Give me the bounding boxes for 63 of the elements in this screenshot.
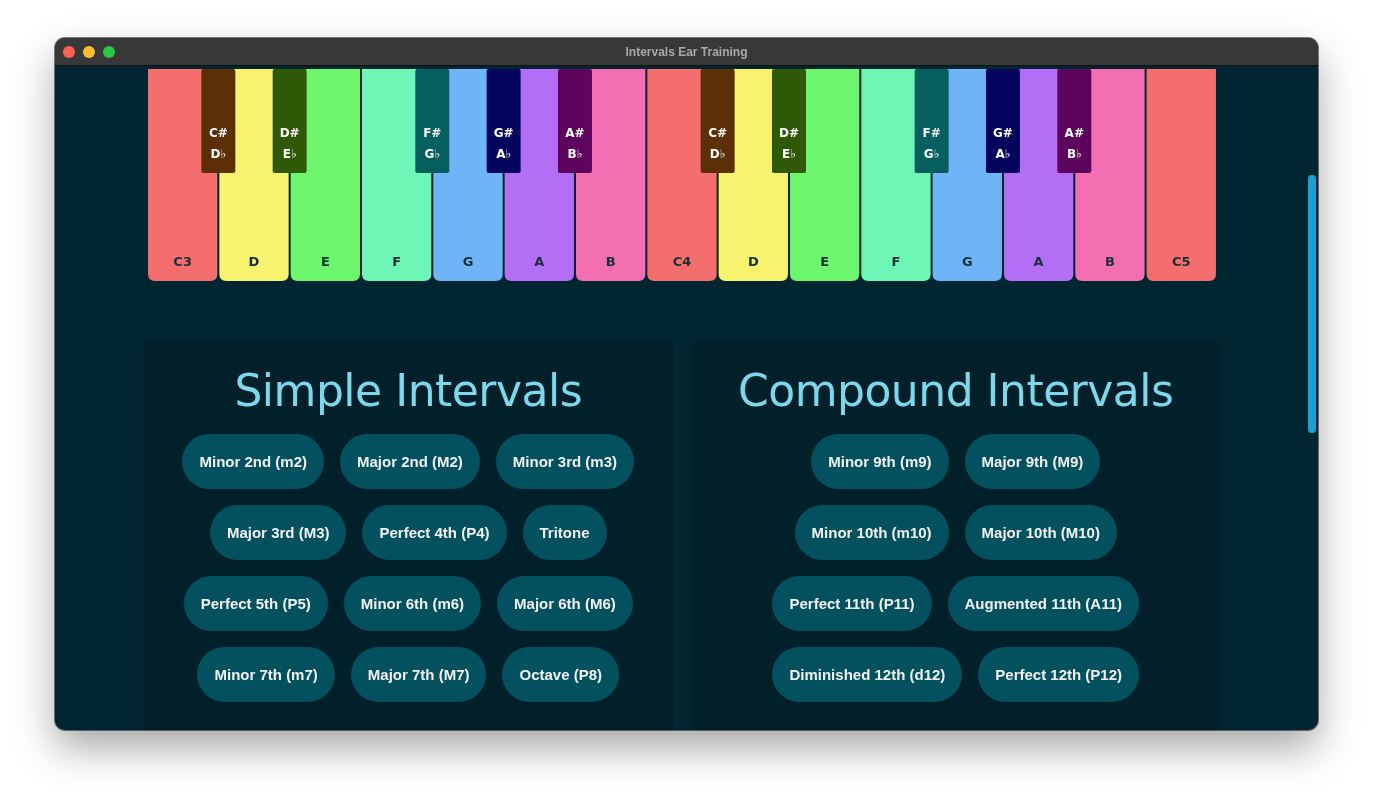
- flat-note-label: G♭: [923, 147, 940, 161]
- interval-button[interactable]: Diminished 12th (d12): [772, 647, 963, 702]
- flat-note-label: A♭: [496, 147, 512, 161]
- panel-heading: Compound Intervals: [738, 365, 1174, 416]
- interval-button[interactable]: Perfect 5th (P5): [183, 576, 328, 631]
- interval-button[interactable]: Octave (P8): [502, 647, 620, 702]
- note-label: G: [462, 254, 474, 269]
- interval-button[interactable]: Major 10th (M10): [964, 505, 1117, 560]
- note-label: D: [248, 254, 260, 269]
- piano-keyboard-drawing[interactable]: C3 D E F G A B C4 D E F G A B C5 C# D♭ D# E♭ F# G♭ G# A♭ A# B♭ C# D♭ D# E♭ F# G♭ G# A♭ A# B♭: [148, 69, 1216, 281]
- interval-button[interactable]: Major 2nd (M2): [340, 434, 480, 489]
- note-label: F: [891, 254, 901, 269]
- interval-button[interactable]: Major 6th (M6): [497, 576, 633, 631]
- note-label: B: [605, 254, 616, 269]
- interval-button[interactable]: Perfect 12th (P12): [978, 647, 1140, 702]
- note-label: C3: [173, 254, 192, 269]
- interval-button[interactable]: Major 9th (M9): [964, 434, 1101, 489]
- panel-heading: Simple Intervals: [234, 365, 583, 416]
- interval-button[interactable]: Minor 7th (m7): [197, 647, 335, 702]
- note-label: A: [534, 254, 545, 269]
- sharp-note-label: C#: [708, 126, 728, 140]
- sharp-note-label: A#: [1064, 126, 1084, 140]
- interval-button[interactable]: Minor 10th (m10): [794, 505, 949, 560]
- interval-button[interactable]: Tritone: [522, 505, 607, 560]
- flat-note-label: E♭: [282, 147, 297, 161]
- interval-button[interactable]: Minor 9th (m9): [811, 434, 949, 489]
- sharp-note-label: C#: [208, 126, 228, 140]
- sharp-note-label: A#: [565, 126, 585, 140]
- interval-button[interactable]: Augmented 11th (A11): [947, 576, 1140, 631]
- note-label: F: [392, 254, 402, 269]
- note-label: A: [1033, 254, 1044, 269]
- close-button[interactable]: [63, 45, 75, 58]
- sharp-note-label: F#: [922, 126, 941, 140]
- flat-note-label: B♭: [567, 147, 583, 161]
- flat-note-label: E♭: [782, 147, 796, 161]
- scrollbar-thumb[interactable]: [1308, 175, 1316, 433]
- flat-note-label: B♭: [1066, 147, 1082, 161]
- interval-button[interactable]: Minor 2nd (m2): [182, 434, 324, 489]
- flat-note-label: D♭: [709, 147, 726, 161]
- interval-button[interactable]: Perfect 4th (P4): [362, 505, 507, 560]
- note-label: E: [820, 254, 830, 269]
- window-title: Intervals Ear Training: [624, 44, 749, 59]
- interval-button[interactable]: Minor 3rd (m3): [495, 434, 634, 489]
- note-label: D: [747, 254, 759, 269]
- sharp-note-label: G#: [493, 126, 514, 140]
- note-label: G: [961, 254, 973, 269]
- interval-button[interactable]: Minor 6th (m6): [343, 576, 482, 631]
- flat-note-label: G♭: [424, 147, 441, 161]
- sharp-note-label: G#: [993, 126, 1013, 140]
- flat-note-label: A♭: [995, 147, 1011, 161]
- note-label: C5: [1172, 254, 1191, 269]
- zoom-button[interactable]: [103, 45, 115, 58]
- sharp-note-label: F#: [423, 126, 442, 140]
- sharp-note-label: D#: [279, 126, 300, 140]
- note-label: E: [320, 254, 330, 269]
- interval-button[interactable]: Major 3rd (M3): [209, 505, 347, 560]
- flat-note-label: D♭: [210, 147, 227, 161]
- note-label: B: [1105, 254, 1115, 269]
- interval-button[interactable]: Major 7th (M7): [350, 647, 487, 702]
- minimize-button[interactable]: [83, 45, 95, 58]
- interval-button[interactable]: Perfect 11th (P11): [772, 576, 932, 631]
- note-label: C4: [672, 254, 692, 269]
- sharp-note-label: D#: [778, 126, 799, 140]
